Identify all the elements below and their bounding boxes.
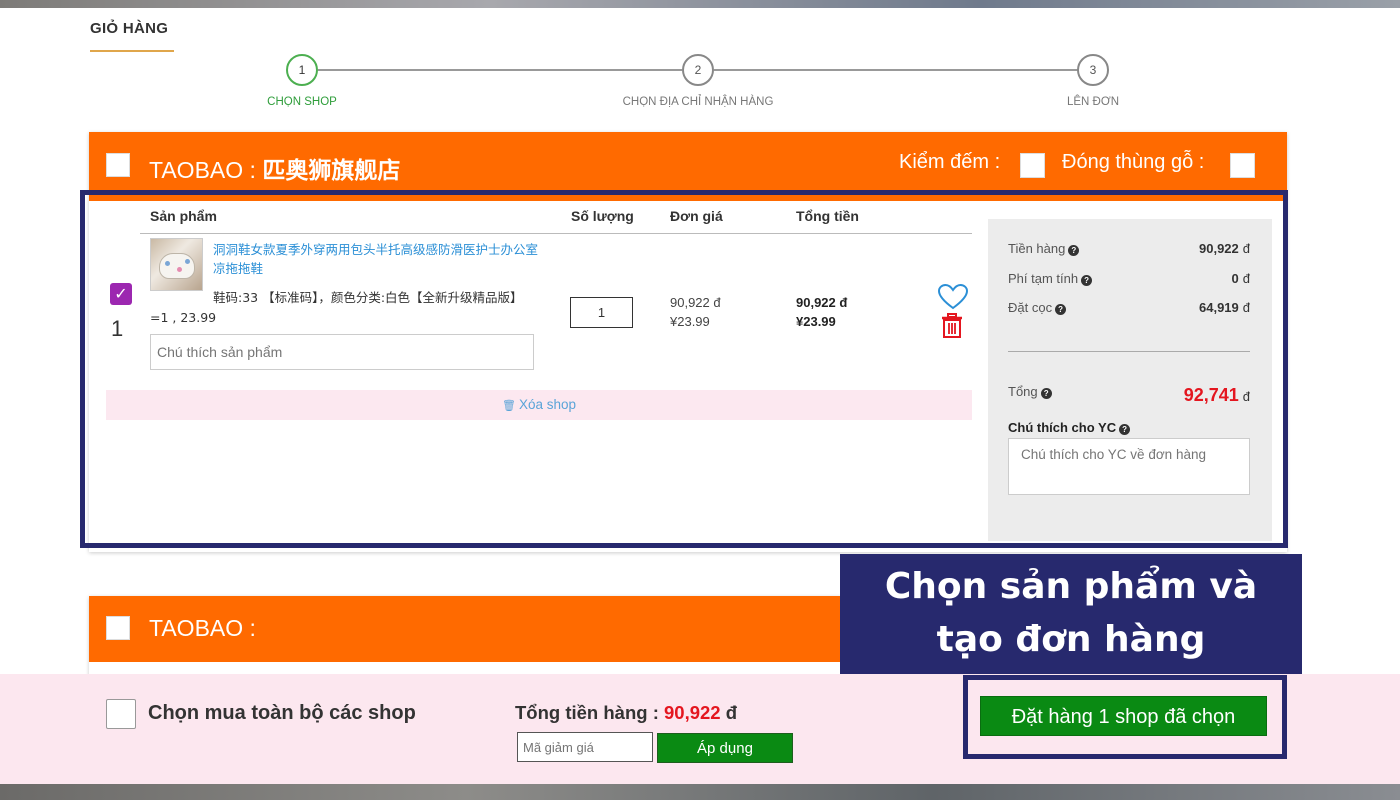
select-all-checkbox[interactable] [106,699,136,729]
step-3-circle: 3 [1077,54,1109,86]
page-title: GIỎ HÀNG [90,20,169,37]
footer-total-value: 90,922 [664,702,721,723]
shop-header: TAOBAO : 匹奥狮旗舰店 Kiểm đếm : Đóng thùng gỗ… [89,132,1287,198]
coupon-input[interactable] [517,732,653,762]
stepper-line [318,69,682,71]
select-all-label: Chọn mua toàn bộ các shop [148,702,416,724]
step-3-label: LÊN ĐƠN [1066,96,1120,108]
shop-name: TAOBAO : 匹奥狮旗舰店 [149,151,400,185]
callout-line-2: tạo đơn hàng [936,619,1206,660]
shop-2-platform: TAOBAO : [149,615,256,641]
apply-coupon-button[interactable]: Áp dụng [657,733,793,763]
footer-total-label: Tổng tiền hàng : [515,702,659,723]
shop-2-body [89,662,840,674]
footer-currency: đ [725,702,738,723]
shop-platform: TAOBAO : [149,157,256,183]
background-strip [0,784,1400,800]
step-1-circle: 1 [286,54,318,86]
crate-option-label: Đóng thùng gỗ : [1062,151,1205,173]
instruction-callout: Chọn sản phẩm và tạo đơn hàng [840,554,1302,674]
count-checkbox[interactable] [1020,153,1045,178]
stepper-line [714,69,1078,71]
count-option-label: Kiểm đếm : [899,151,1001,173]
highlight-frame [80,190,1288,548]
place-order-button[interactable]: Đặt hàng 1 shop đã chọn [980,696,1267,736]
step-2-circle: 2 [682,54,714,86]
title-underline [90,50,174,52]
step-1-label: CHỌN SHOP [267,96,337,108]
step-2-label: CHỌN ĐỊA CHỈ NHẬN HÀNG [622,96,774,108]
shop-header-2: TAOBAO : [89,596,840,662]
callout-line-1: Chọn sản phẩm và [884,566,1258,607]
shop-select-checkbox[interactable] [106,153,130,177]
shop-title: 匹奥狮旗舰店 [262,158,401,184]
crate-checkbox[interactable] [1230,153,1255,178]
shop-2-select-checkbox[interactable] [106,616,130,640]
footer-total: Tổng tiền hàng : 90,922 đ [515,702,737,724]
